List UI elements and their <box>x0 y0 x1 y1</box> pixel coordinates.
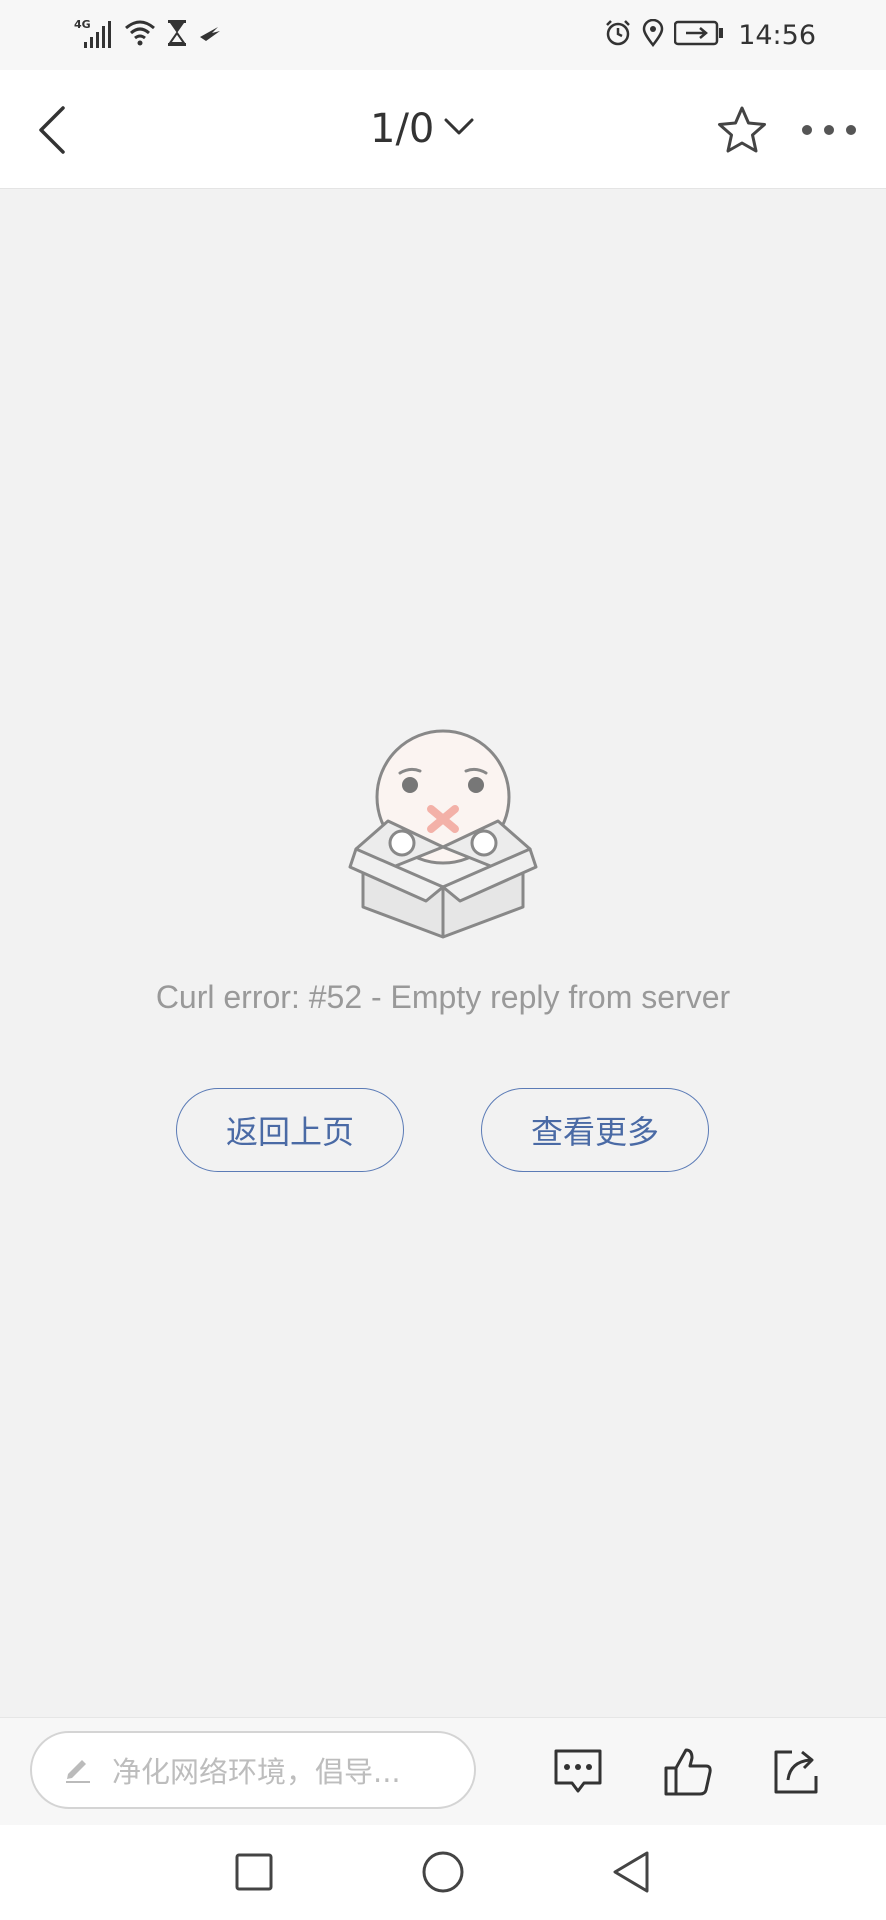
bottom-action-bar: 净化网络环境，倡导... <box>0 1717 886 1826</box>
top-nav-bar: 1/0 <box>0 70 886 189</box>
location-icon <box>642 18 664 51</box>
view-more-button[interactable]: 查看更多 <box>481 1088 709 1172</box>
wifi-icon <box>124 19 156 51</box>
back-arrow-icon[interactable] <box>24 102 80 158</box>
content-area: Curl error: #52 - Empty reply from serve… <box>0 189 886 1717</box>
back-icon[interactable] <box>606 1847 656 1897</box>
chevron-down-icon <box>444 117 474 141</box>
signal-icon: 4G <box>74 18 114 50</box>
home-icon[interactable] <box>418 1847 468 1897</box>
alarm-icon <box>604 19 632 51</box>
page-indicator-dropdown[interactable]: 1/0 <box>370 104 474 154</box>
empty-box-illustration <box>348 729 538 939</box>
pencil-icon <box>62 1752 94 1788</box>
recent-apps-icon[interactable] <box>229 1847 279 1897</box>
back-page-button[interactable]: 返回上页 <box>176 1088 404 1172</box>
network-type: 4G <box>74 18 91 31</box>
share-icon[interactable] <box>768 1744 824 1800</box>
battery-icon <box>673 20 724 50</box>
status-time: 14:56 <box>738 19 816 51</box>
hourglass-icon <box>166 19 188 51</box>
error-message: Curl error: #52 - Empty reply from serve… <box>155 979 731 1015</box>
star-icon[interactable] <box>712 100 772 160</box>
status-left-icons: 4G <box>74 17 222 53</box>
comment-placeholder: 净化网络环境，倡导... <box>112 1755 401 1789</box>
comment-icon[interactable] <box>550 1744 606 1800</box>
status-bar: 4G 14:56 <box>0 0 886 70</box>
system-navigation-bar <box>0 1825 886 1920</box>
more-icon[interactable] <box>796 100 862 160</box>
page-indicator: 1/0 <box>370 106 435 152</box>
status-right-icons: 14:56 <box>604 17 816 53</box>
thumbs-up-icon[interactable] <box>660 1744 716 1800</box>
comment-input[interactable]: 净化网络环境，倡导... <box>30 1731 476 1809</box>
bird-icon <box>198 21 222 49</box>
